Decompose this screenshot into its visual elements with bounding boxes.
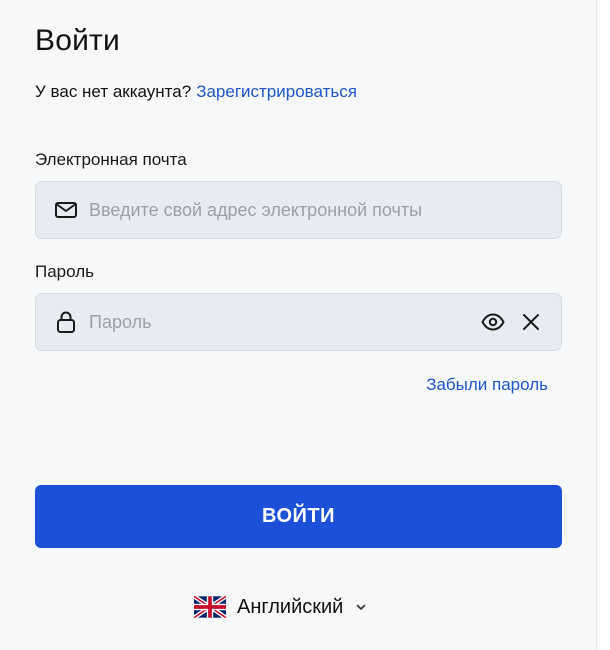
forgot-password-link[interactable]: Забыли пароль <box>426 375 548 395</box>
language-selector[interactable]: Английский <box>194 592 366 622</box>
signup-prompt-text: У вас нет аккаунта? <box>35 82 192 101</box>
email-input[interactable] <box>89 182 561 238</box>
uk-flag-icon <box>194 596 226 618</box>
email-label: Электронная почта <box>35 150 187 169</box>
scrollbar-track <box>596 0 610 650</box>
email-field-container[interactable] <box>35 181 562 239</box>
chevron-down-icon <box>356 604 366 611</box>
mail-icon <box>54 198 78 222</box>
password-input[interactable] <box>89 294 481 350</box>
login-button[interactable]: ВОЙТИ <box>35 485 562 548</box>
page-title: Войти <box>35 24 120 57</box>
signup-link[interactable]: Зарегистрироваться <box>196 82 357 101</box>
signup-prompt: У вас нет аккаунта? Зарегистрироваться <box>35 82 357 102</box>
login-panel: Войти У вас нет аккаунта? Зарегистрироват… <box>0 0 596 650</box>
password-field-container[interactable] <box>35 293 562 351</box>
eye-icon[interactable] <box>481 310 505 334</box>
password-label: Пароль <box>35 262 94 281</box>
lock-icon <box>54 310 78 334</box>
close-icon[interactable] <box>519 310 543 334</box>
language-label: Английский <box>237 595 344 618</box>
